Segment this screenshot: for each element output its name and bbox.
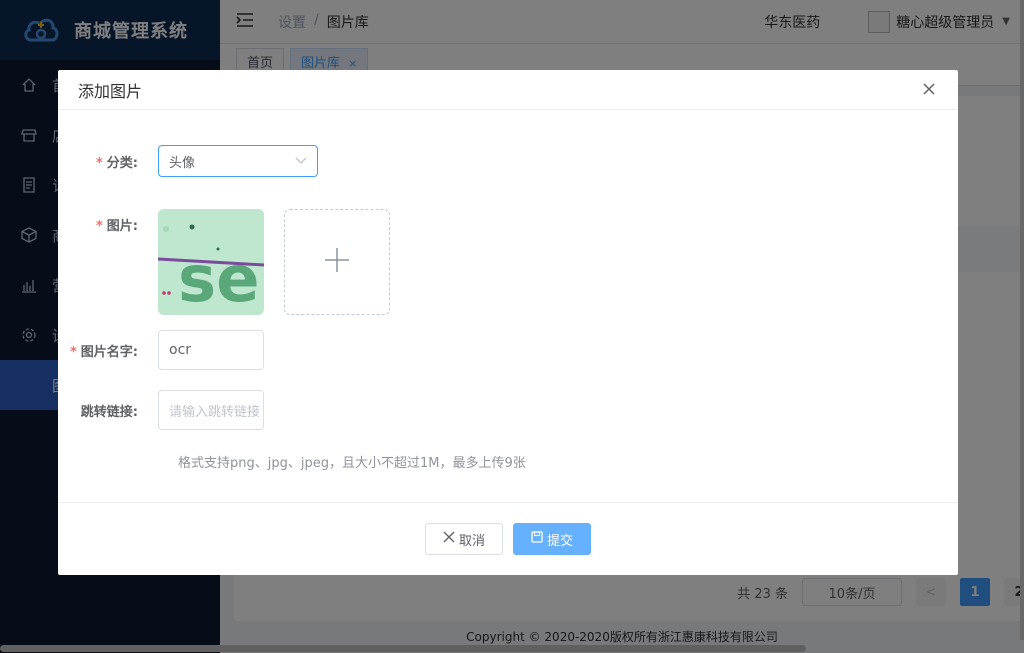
category-row: * 分类: 头像	[58, 145, 318, 177]
required-mark: *	[95, 155, 103, 171]
upload-image-button[interactable]	[284, 209, 390, 315]
image-name-row: * 图片名字: ocr	[58, 330, 264, 370]
category-label: * 分类:	[58, 152, 158, 171]
close-icon[interactable]	[920, 80, 938, 98]
add-image-dialog: 添加图片 * 分类: 头像 * 图片: se * 图片名字: ocr 跳转链接:…	[58, 70, 958, 575]
image-name-label-text: 图片名字:	[80, 344, 138, 360]
upload-hint: 格式支持png、jpg、jpeg，且大小不超过1M，最多上传9张	[178, 456, 526, 471]
image-name-input[interactable]: ocr	[158, 330, 264, 370]
cancel-button-label: 取消	[458, 533, 485, 549]
category-value: 头像	[169, 155, 196, 171]
close-icon	[443, 531, 455, 547]
link-row: 跳转链接: 请输入跳转链接	[58, 390, 264, 430]
image-label: * 图片:	[58, 209, 158, 234]
required-mark: *	[69, 344, 77, 360]
cancel-button[interactable]: 取消	[425, 523, 503, 555]
image-label-text: 图片:	[106, 219, 138, 234]
image-name-label: * 图片名字:	[58, 341, 158, 360]
dialog-header: 添加图片	[58, 70, 958, 110]
submit-button[interactable]: 提交	[513, 523, 591, 555]
uploaded-image-thumbnail[interactable]: se	[158, 209, 264, 315]
required-mark: *	[95, 219, 103, 234]
link-label: 跳转链接:	[80, 404, 138, 420]
dialog-footer: 取消 提交	[58, 502, 958, 575]
dialog-title: 添加图片	[78, 81, 143, 101]
category-label-text: 分类:	[106, 155, 138, 171]
submit-button-label: 提交	[546, 533, 573, 549]
save-icon	[531, 531, 543, 547]
plus-icon	[324, 247, 350, 277]
link-input[interactable]: 请输入跳转链接	[158, 390, 264, 430]
image-row: * 图片: se	[58, 209, 390, 315]
thumb-letters: se	[178, 243, 260, 315]
chevron-down-icon	[295, 154, 307, 169]
category-select[interactable]: 头像	[158, 145, 318, 177]
